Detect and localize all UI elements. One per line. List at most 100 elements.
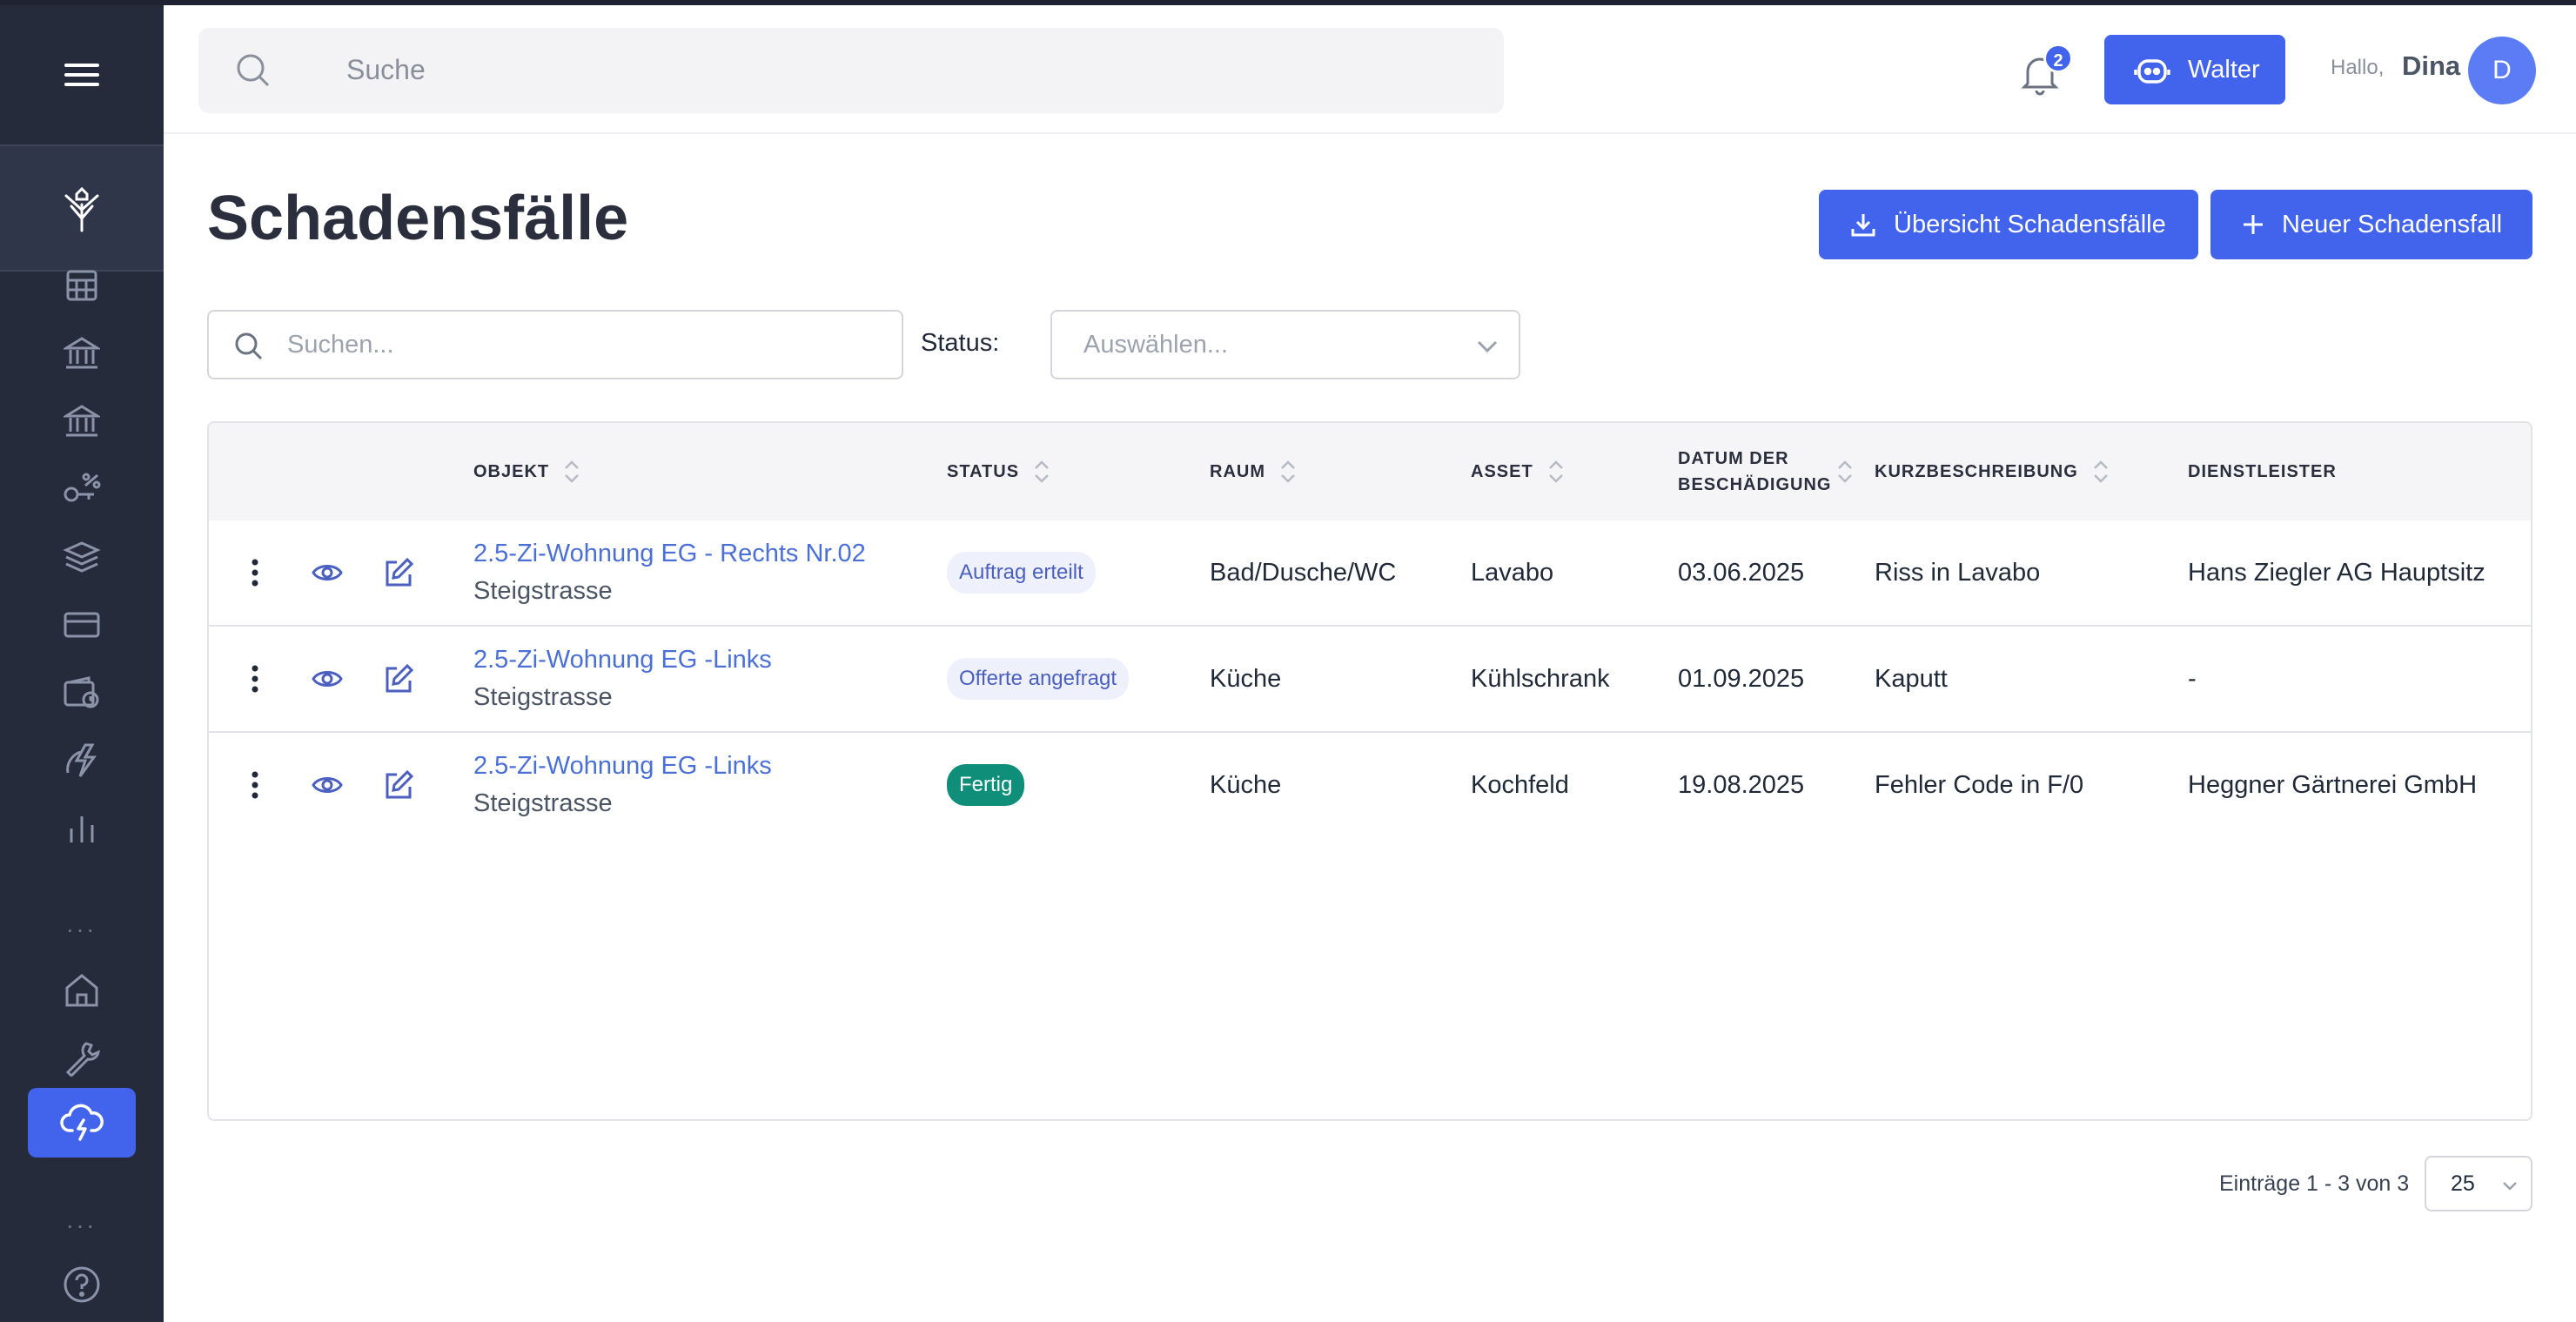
objekt-street: Steigstrasse	[473, 789, 613, 817]
bank-icon	[64, 405, 100, 437]
export-overview-button[interactable]: Übersicht Schadensfälle	[1819, 190, 2198, 259]
cell-datum: 03.06.2025	[1678, 558, 1805, 587]
table-row: 2.5-Zi-Wohnung EG - Rechts Nr.02 Steigst…	[209, 520, 2531, 627]
cell-objekt: 2.5-Zi-Wohnung EG - Rechts Nr.02 Steigst…	[473, 520, 866, 625]
cell-kurzbeschreibung: Kaputt	[1875, 664, 1948, 693]
cell-status: Auftrag erteilt	[947, 520, 1096, 625]
bar-chart-icon	[70, 816, 94, 842]
sort-icon	[2092, 458, 2110, 486]
wallet-icon	[64, 676, 99, 708]
top-header: Suche 2 Walter Hallo, Dina D	[164, 5, 2576, 134]
table-search-placeholder: Suchen...	[287, 331, 394, 359]
search-icon	[237, 54, 270, 87]
cell-dienstleister: Hans Ziegler AG Hauptsitz	[2188, 558, 2485, 587]
help-icon	[64, 1266, 100, 1303]
column-header-kurzbeschreibung[interactable]: KURZBESCHREIBUNG	[1875, 423, 2110, 520]
sidebar-item-bank[interactable]	[0, 325, 164, 381]
download-icon	[1851, 214, 1875, 237]
cell-asset: Kochfeld	[1471, 770, 1569, 799]
global-search-input[interactable]: Suche	[198, 28, 1504, 113]
cell-datum: 01.09.2025	[1678, 664, 1805, 693]
cell-raum: Küche	[1210, 664, 1282, 693]
calculator-icon	[66, 270, 97, 301]
status-filter-select[interactable]: Auswählen...	[1050, 310, 1520, 379]
table-row: 2.5-Zi-Wohnung EG -Links Steigstrasse Of…	[209, 627, 2531, 733]
sidebar-item-payments[interactable]	[0, 597, 164, 653]
column-header-objekt[interactable]: OBJEKT	[473, 423, 580, 520]
home-icon	[65, 974, 98, 1007]
objekt-street: Steigstrasse	[473, 683, 613, 711]
column-header-raum[interactable]: RAUM	[1210, 423, 1297, 520]
brand-logo[interactable]	[0, 144, 164, 272]
sidebar-item-maintenance[interactable]	[0, 1030, 164, 1086]
status-filter-placeholder: Auswählen...	[1083, 331, 1229, 359]
new-damage-label: Neuer Schadensfall	[2282, 210, 2503, 238]
cell-raum: Bad/Dusche/WC	[1210, 558, 1397, 587]
view-eye-icon[interactable]	[312, 768, 343, 802]
sidebar-item-mortgage[interactable]	[0, 461, 164, 517]
sidebar-item-properties[interactable]	[0, 963, 164, 1018]
cell-status: Offerte angefragt	[947, 627, 1130, 731]
status-badge: Fertig	[947, 764, 1025, 806]
sidebar-divider-dots: ...	[66, 910, 97, 937]
objekt-link[interactable]: 2.5-Zi-Wohnung EG -Links	[473, 752, 772, 781]
column-header-dienst-label: DIENSTLEISTER	[2188, 461, 2337, 481]
column-header-datum-label: DATUM DER BESCHÄDIGUNG	[1678, 446, 1831, 498]
page-size-select[interactable]: 25	[2425, 1156, 2532, 1211]
notifications-button[interactable]: 2	[2021, 44, 2073, 96]
column-header-kurz-label: KURZBESCHREIBUNG	[1875, 461, 2078, 481]
status-badge: Offerte angefragt	[947, 658, 1130, 700]
damages-table: OBJEKT STATUS RAUM ASSET DATUM DER BESCHÄ…	[207, 421, 2532, 1121]
notification-count-badge: 2	[2043, 44, 2073, 73]
export-overview-label: Übersicht Schadensfälle	[1894, 210, 2166, 238]
sidebar-item-wallet[interactable]	[0, 665, 164, 721]
assistant-walter-button[interactable]: Walter	[2104, 35, 2285, 104]
view-eye-icon[interactable]	[312, 555, 343, 590]
sidebar-divider-dots-2: ...	[66, 1206, 97, 1233]
table-row: 2.5-Zi-Wohnung EG -Links Steigstrasse Fe…	[209, 733, 2531, 839]
sidebar: ... ...	[0, 5, 164, 1322]
more-options-icon[interactable]	[249, 768, 261, 802]
edit-icon[interactable]	[383, 555, 414, 590]
plus-icon	[2244, 215, 2263, 234]
table-header-row: OBJEKT STATUS RAUM ASSET DATUM DER BESCHÄ…	[209, 423, 2531, 520]
sidebar-item-energy[interactable]	[0, 733, 164, 789]
column-header-datum-line1: DATUM DER	[1678, 449, 1789, 468]
column-header-asset[interactable]: ASSET	[1471, 423, 1565, 520]
cell-datum: 19.08.2025	[1678, 770, 1805, 799]
sidebar-item-reports[interactable]	[0, 801, 164, 856]
robot-icon	[2134, 59, 2170, 84]
sort-icon	[1279, 458, 1297, 486]
cell-kurzbeschreibung: Riss in Lavabo	[1875, 558, 2041, 587]
objekt-link[interactable]: 2.5-Zi-Wohnung EG -Links	[473, 646, 772, 674]
page-size-value: 25	[2451, 1171, 2475, 1196]
coins-stack-icon	[63, 541, 101, 573]
more-options-icon[interactable]	[249, 661, 261, 696]
pagination-summary: Einträge 1 - 3 von 3	[2219, 1171, 2410, 1196]
menu-toggle-button[interactable]	[0, 5, 164, 144]
view-eye-icon[interactable]	[312, 661, 343, 696]
objekt-street: Steigstrasse	[473, 577, 613, 605]
chevron-down-icon	[1477, 340, 1498, 353]
objekt-link[interactable]: 2.5-Zi-Wohnung EG - Rechts Nr.02	[473, 540, 866, 568]
logo-icon	[64, 186, 99, 232]
page-title: Schadensfälle	[207, 184, 629, 253]
sidebar-item-bank-2[interactable]	[0, 393, 164, 449]
sidebar-item-help[interactable]	[0, 1257, 164, 1312]
sidebar-item-calculator[interactable]	[0, 258, 164, 313]
sidebar-item-damages[interactable]	[28, 1088, 136, 1158]
cell-objekt: 2.5-Zi-Wohnung EG -Links Steigstrasse	[473, 627, 772, 731]
cell-asset: Lavabo	[1471, 558, 1554, 587]
table-search-input[interactable]: Suchen...	[207, 310, 903, 379]
edit-icon[interactable]	[383, 661, 414, 696]
sidebar-item-finance[interactable]	[0, 529, 164, 585]
column-header-status[interactable]: STATUS	[947, 423, 1050, 520]
avatar[interactable]: D	[2468, 37, 2536, 104]
sort-icon	[563, 458, 580, 486]
column-header-asset-label: ASSET	[1471, 461, 1533, 481]
more-options-icon[interactable]	[249, 555, 261, 590]
assistant-label: Walter	[2188, 55, 2260, 84]
edit-icon[interactable]	[383, 768, 414, 802]
column-header-datum[interactable]: DATUM DER BESCHÄDIGUNG	[1678, 423, 1854, 520]
new-damage-button[interactable]: Neuer Schadensfall	[2210, 190, 2532, 259]
